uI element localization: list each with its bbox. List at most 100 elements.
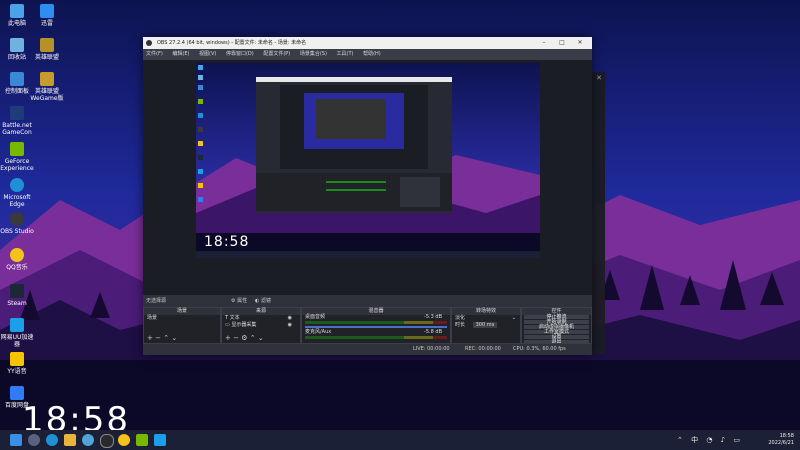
menu-file[interactable]: 文件(F) [146,51,163,57]
desktop-icon-steam[interactable]: Steam [0,284,34,307]
cpu-status: CPU: 0.3%, 60.00 fps [513,346,566,352]
audio-meter [305,321,447,324]
wifi-icon[interactable]: ◔ [706,436,712,444]
desktop-icon-xunlei[interactable]: 迅雷 [30,4,64,27]
scenes-toolbar: + − ⌃ ⌄ [147,334,177,342]
file-explorer-icon[interactable] [64,434,76,446]
desktop-icon-lol-wegame[interactable]: 英雄联盟 WeGame版 [30,72,64,102]
source-settings-icon[interactable]: ⚙ [241,334,247,342]
tray-area: ⌃ 中 ◔ ♪ ▭ [677,435,740,445]
menu-docks[interactable]: 停靠窗口(D) [226,51,254,57]
monitor-source-icon: ▭ [225,322,230,328]
desktop-icon-yy[interactable]: YY语音 [0,352,34,375]
obs-taskbar-icon[interactable] [100,434,114,448]
visibility-eye-icon[interactable]: ◉ [288,322,292,329]
window-title: OBS 27.2.4 (64 bit, windows) - 配置文件: 未命名… [157,40,307,46]
properties-button[interactable]: ⚙ 属性 [231,295,247,307]
controls-dock: 控件 停止推流 开始录制 启动虚拟摄像机 工作室模式 设置 退出 [521,307,592,344]
desktop-icon-lol[interactable]: 英雄联盟 [30,38,64,61]
taskbar-clock[interactable]: 18:58 2022/6/21 [768,433,794,447]
scenes-header: 场景 [144,308,220,315]
transitions-header: 转场特效 [452,308,520,315]
baidu-netdisk-icon [10,386,24,400]
yy-icon [10,352,24,366]
desktop-icon-battlenet[interactable]: Battle.net GameCon [0,106,34,136]
remove-source-icon[interactable]: − [233,334,239,342]
taskbar: ⌃ 中 ◔ ♪ ▭ 18:58 2022/6/21 [0,430,800,450]
obs-icon [10,212,24,226]
docks-area: 场景 场景 + − ⌃ ⌄ 来源 T 文本 ◉ ▭ 显示器采集 ◉ + − ⚙ … [143,307,592,344]
move-down-icon[interactable]: ⌄ [171,334,177,342]
menu-view[interactable]: 视图(V) [199,51,216,57]
ime-indicator[interactable]: 中 [691,436,698,444]
scenes-dock: 场景 场景 + − ⌃ ⌄ [143,307,221,344]
menu-scene-collection[interactable]: 场景集合(S) [300,51,327,57]
desktop-icon-uu[interactable]: 网易UU加速器 [0,318,34,348]
edge-icon [10,178,24,192]
no-source-selected-label: 无选择源 [146,298,167,304]
lol-icon [40,38,54,52]
desktop-icon-qqmusic[interactable]: QQ音乐 [0,248,34,271]
source-item[interactable]: ▭ 显示器采集 ◉ [222,322,300,329]
desktop-icon-this-pc[interactable]: 此电脑 [0,4,34,27]
search-icon[interactable] [28,434,40,446]
geforce-icon[interactable] [136,434,148,446]
close-button[interactable]: ✕ [572,37,588,49]
maximize-button[interactable]: □ [554,37,570,49]
volume-icon[interactable]: ♪ [721,436,725,444]
duration-input[interactable]: 300 ms [472,322,498,328]
scene-item[interactable]: 场景 [144,315,220,322]
move-up-icon[interactable]: ⌃ [163,334,169,342]
source-item[interactable]: T 文本 ◉ [222,315,300,322]
edge-icon[interactable] [46,434,58,446]
preview-wallpaper [196,63,540,258]
add-scene-icon[interactable]: + [147,334,153,342]
filters-button[interactable]: ◐ 滤镜 [255,295,271,307]
mixer-channel-label: 麦克风/Aux -5.8 dB [305,329,442,335]
chevron-up-icon[interactable]: ⌃ [677,436,683,444]
preview-screen: 18:58 [196,63,540,258]
menu-edit[interactable]: 编辑(E) [172,51,189,57]
visibility-eye-icon[interactable]: ◉ [288,315,292,322]
transition-select[interactable]: 淡化 ⌄ [452,315,520,322]
uu-accelerator-icon[interactable] [154,434,166,446]
desktop-icon-edge[interactable]: Microsoft Edge [0,178,34,208]
desktop-icon-geforce[interactable]: GeForce Experience [0,142,34,172]
preview-area[interactable]: 18:58 [143,60,592,295]
menu-profile[interactable]: 配置文件(P) [263,51,290,57]
lol-wegame-icon [40,72,54,86]
controls-buttons: 停止推流 开始录制 启动虚拟摄像机 工作室模式 设置 退出 [522,315,591,343]
move-up-icon[interactable]: ⌃ [250,334,256,342]
obs-window: OBS 27.2.4 (64 bit, windows) - 配置文件: 未命名… [143,37,592,355]
browser-icon[interactable] [82,434,94,446]
start-button[interactable] [10,434,22,446]
qqmusic-icon [10,248,24,262]
status-bar: LIVE: 00:00:00 REC: 00:00:00 CPU: 0.3%, … [143,344,592,355]
uu-accelerator-icon [10,318,24,332]
menu-help[interactable]: 帮助(H) [363,51,381,57]
volume-slider[interactable] [305,326,447,328]
add-source-icon[interactable]: + [225,334,231,342]
move-down-icon[interactable]: ⌄ [258,334,264,342]
preview-clock: 18:58 [204,234,250,250]
xunlei-icon [40,4,54,18]
qqmusic-icon[interactable] [118,434,130,446]
sources-toolbar: + − ⚙ ⌃ ⌄ [225,334,264,342]
remove-scene-icon[interactable]: − [155,334,161,342]
battery-icon[interactable]: ▭ [733,436,740,444]
audio-meter [305,336,447,339]
context-bar: 无选择源 ⚙ 属性 ◐ 滤镜 [143,295,592,307]
transition-duration: 时长 300 ms [452,322,520,329]
sources-header: 来源 [222,308,300,315]
close-icon[interactable]: ✕ [596,74,602,82]
steam-icon [10,284,24,298]
recycle-bin-icon [10,38,24,52]
desktop-icon-obs[interactable]: OBS Studio [0,212,34,235]
desktop-icon-recycle-bin[interactable]: 回收站 [0,38,34,61]
live-status: LIVE: 00:00:00 [413,346,450,352]
minimize-button[interactable]: – [536,37,552,49]
menu-tools[interactable]: 工具(T) [337,51,354,57]
text-source-icon: T [225,315,229,321]
desktop-icon-control-panel[interactable]: 控制面板 [0,72,34,95]
control-panel-icon [10,72,24,86]
